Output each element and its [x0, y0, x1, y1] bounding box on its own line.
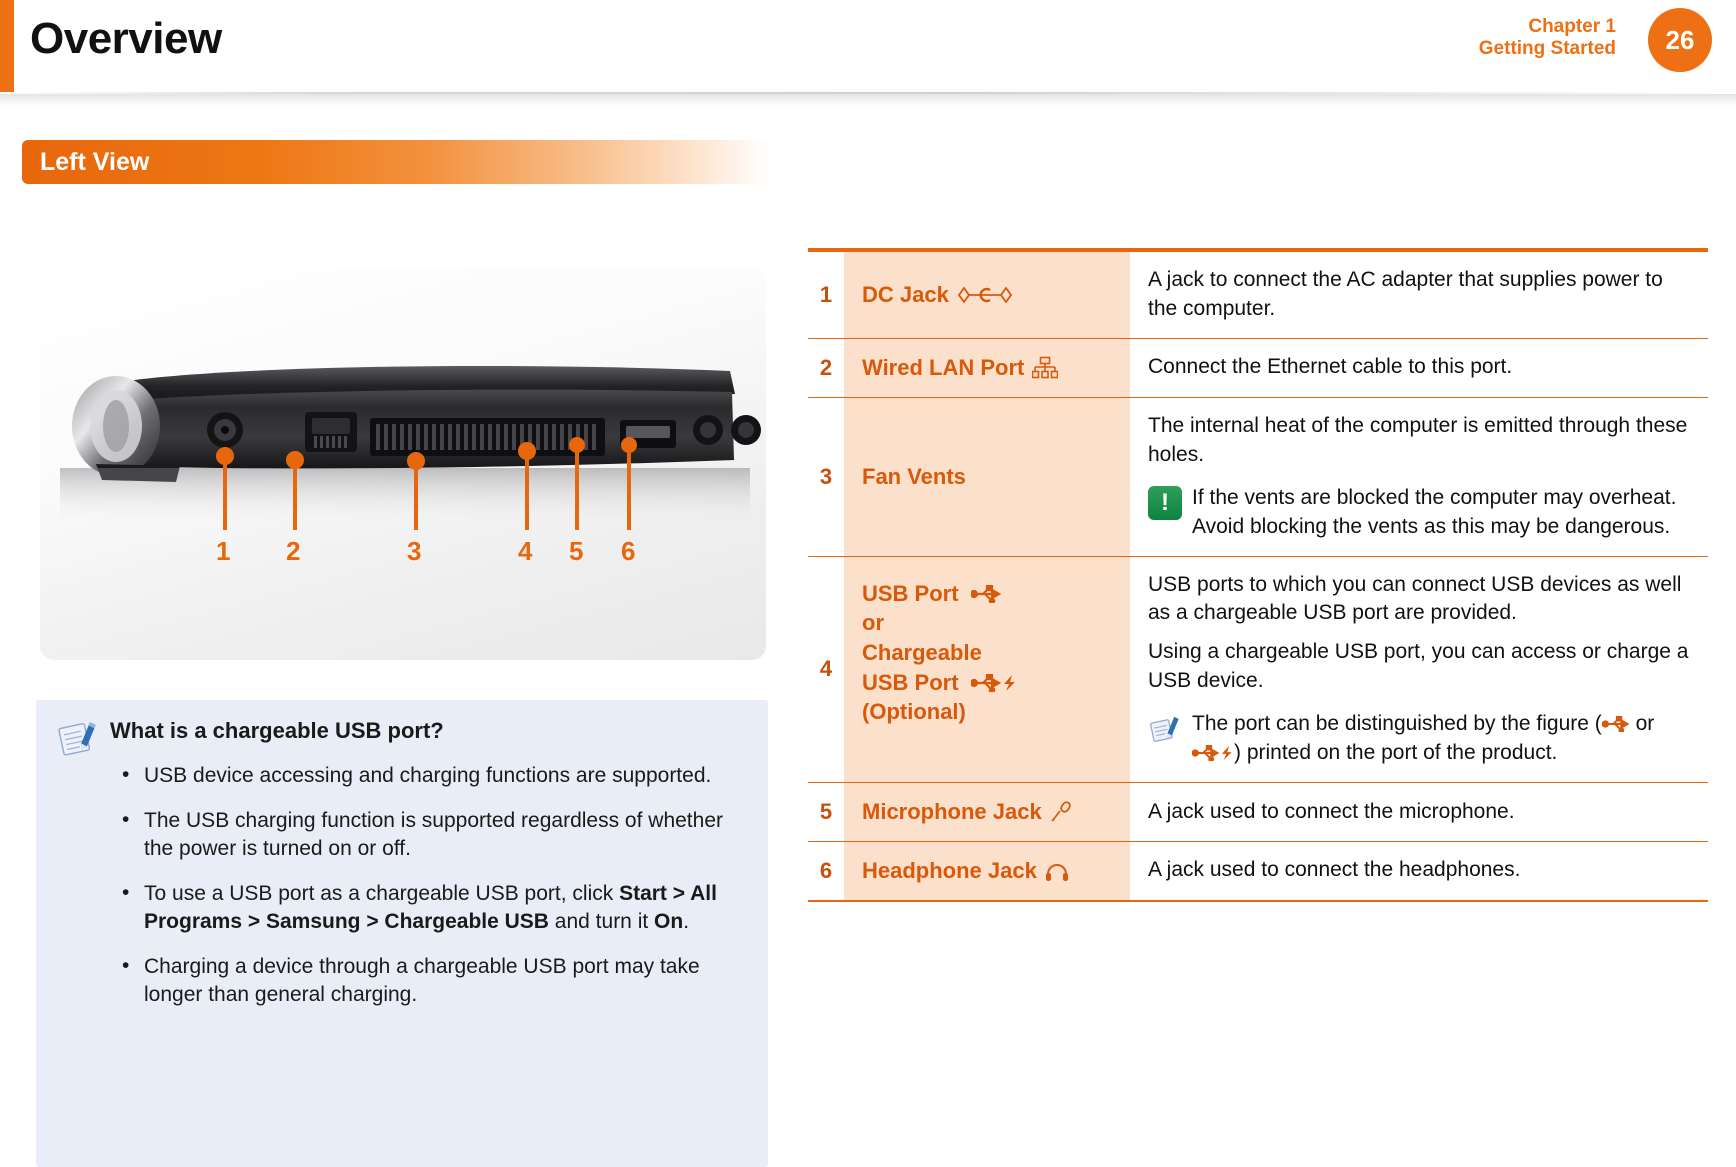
warning-note: ! If the vents are blocked the computer …: [1148, 484, 1694, 542]
description-text: A jack used to connect the headphones.: [1148, 858, 1521, 882]
breadcrumb: Chapter 1 Getting Started: [1479, 16, 1616, 61]
row-description: A jack used to connect the headphones.: [1130, 842, 1708, 900]
port-description-table: 1 DC Jack A jack to connect the AC adapt…: [808, 252, 1708, 902]
row-name-text: Fan Vents: [862, 463, 966, 489]
row-name-text: DC Jack: [862, 282, 949, 308]
row-number: 4: [808, 556, 844, 783]
usb-icon: [970, 584, 1001, 603]
row-number: 1: [808, 252, 844, 338]
usb-figure-note-text: The port can be distinguished by the fig…: [1192, 710, 1694, 768]
bullet-marker: •: [122, 953, 130, 977]
row-number: 3: [808, 397, 844, 556]
row-description: Connect the Ethernet cable to this port.: [1130, 338, 1708, 397]
note-pre-text: The port can be distinguished by the fig…: [1192, 712, 1602, 736]
laptop-left-side-photo: [60, 365, 761, 530]
row-number: 6: [808, 842, 844, 900]
note-bullet-text-pre: To use a USB port as a chargeable USB po…: [144, 881, 620, 905]
section-title-bar: Left View: [22, 140, 770, 184]
row-description: A jack used to connect the microphone.: [1130, 783, 1708, 841]
note-post-text: ) printed on the port of the product.: [1234, 741, 1558, 765]
row-name-text: Microphone Jack: [862, 799, 1042, 825]
note-bullet-text-mid: and turn it: [548, 910, 655, 934]
header-accent-bar: [0, 0, 14, 92]
row-name-line-2: or: [862, 610, 884, 636]
wired-lan-icon: [1032, 356, 1059, 379]
row-name: Headphone Jack: [844, 842, 1130, 900]
description-text: Connect the Ethernet cable to this port.: [1148, 355, 1513, 379]
row-name: Wired LAN Port: [844, 338, 1130, 397]
table-row: 5 Microphone Jack A jack used to connect…: [808, 783, 1708, 842]
bullet-marker: •: [122, 807, 130, 831]
row-description: The internal heat of the computer is emi…: [1130, 397, 1708, 556]
row-number: 2: [808, 338, 844, 397]
row-name: Fan Vents: [844, 397, 1130, 556]
row-name: DC Jack: [844, 252, 1130, 338]
note-bullet-text: The USB charging function is supported r…: [144, 808, 723, 861]
row-name-line-1: USB Port: [862, 579, 1120, 609]
row-number: 5: [808, 783, 844, 841]
table-row: 4 USB Port or Chargeable USB Port (Optio…: [808, 556, 1708, 784]
warning-exclamation-icon: !: [1148, 485, 1182, 520]
row-name-text: USB Port: [862, 580, 959, 606]
left-view-figure: [40, 268, 766, 660]
section-title: Left View: [40, 147, 150, 176]
description-text: A jack used to connect the microphone.: [1148, 799, 1515, 823]
row-name-line-5: (Optional): [862, 699, 966, 725]
note-bullet-list: • USB device accessing and charging func…: [112, 762, 752, 1026]
microphone-icon: [1051, 801, 1071, 822]
chapter-label: Chapter 1: [1528, 16, 1616, 37]
table-row: 6 Headphone Jack A jack used to connect …: [808, 842, 1708, 902]
bullet-marker: •: [122, 880, 130, 904]
chapter-section-label: Getting Started: [1478, 38, 1616, 60]
table-row: 2 Wired LAN Port Connect the Ethernet ca…: [808, 338, 1708, 398]
chargeable-usb-note-box: What is a chargeable USB port? • USB dev…: [36, 700, 768, 1167]
note-bullet-text-bold2: On: [654, 910, 684, 934]
note-bullet-text-post: .: [683, 910, 690, 934]
row-description: A jack to connect the AC adapter that su…: [1130, 252, 1708, 338]
description-text: Using a chargeable USB port, you can acc…: [1148, 640, 1689, 693]
row-description: USB ports to which you can connect USB d…: [1130, 556, 1708, 783]
table-row: 3 Fan Vents The internal heat of the com…: [808, 397, 1708, 557]
note-bullet-item: • To use a USB port as a chargeable USB …: [112, 880, 752, 937]
usb-charge-icon: [970, 673, 1015, 692]
table-row: 1 DC Jack A jack to connect the AC adapt…: [808, 252, 1708, 339]
note-bullet-item: • The USB charging function is supported…: [112, 807, 752, 864]
header-divider: [0, 92, 1736, 106]
bullet-marker: •: [122, 763, 130, 786]
description-text: USB ports to which you can connect USB d…: [1148, 572, 1682, 625]
usb-figure-note: The port can be distinguished by the fig…: [1148, 710, 1694, 768]
note-bullet-item: • Charging a device through a chargeable…: [112, 953, 752, 1010]
dc-jack-icon: [957, 286, 1012, 304]
headphone-icon: [1045, 863, 1068, 881]
row-name-text: Wired LAN Port: [862, 354, 1025, 380]
note-bullet-text: USB device accessing and charging functi…: [144, 764, 712, 787]
note-pencil-icon: [1150, 717, 1179, 743]
usb-charge-icon: [1192, 745, 1232, 762]
note-bullet-text: Charging a device through a chargeable U…: [144, 954, 700, 1007]
row-name-line-4: USB Port: [862, 668, 1120, 698]
note-title: What is a chargeable USB port?: [110, 718, 444, 743]
row-name: Microphone Jack: [844, 783, 1130, 841]
note-pencil-icon: [58, 722, 96, 756]
row-name-line-3: Chargeable: [862, 639, 982, 665]
manual-page: Overview Chapter 1 Getting Started 26 Le…: [0, 0, 1736, 1167]
page-number-badge: 26: [1648, 8, 1712, 72]
row-name: USB Port or Chargeable USB Port (Optiona…: [844, 556, 1130, 783]
row-name-text: Headphone Jack: [862, 858, 1037, 883]
row-name-text: USB Port: [862, 669, 959, 695]
note-bullet-item: • USB device accessing and charging func…: [112, 762, 752, 791]
page-title: Overview: [30, 14, 222, 63]
description-text: A jack to connect the AC adapter that su…: [1148, 268, 1663, 320]
usb-icon: [1601, 716, 1630, 733]
description-text: The internal heat of the computer is emi…: [1148, 413, 1688, 466]
page-header: Overview Chapter 1 Getting Started 26: [0, 0, 1736, 106]
warning-text: If the vents are blocked the computer ma…: [1192, 485, 1677, 538]
note-mid-text: or: [1629, 712, 1655, 736]
